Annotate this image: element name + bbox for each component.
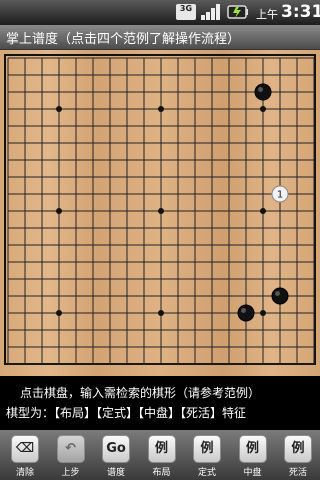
bottom-toolbar: ⌫ 清除 ↶ 上步 Go 谱度例布局例定式例中盘例死活 (0, 430, 320, 480)
undo-label: 上步 (61, 468, 80, 478)
go-board-grid[interactable]: 1 (0, 50, 320, 376)
signal-strength-icon (201, 4, 220, 20)
star-point (260, 106, 266, 112)
star-point (56, 310, 62, 316)
joseki-label: 定式 (197, 468, 216, 478)
stone-move-number: 1 (277, 190, 283, 201)
status-bar: 3G 上午 3:31 (0, 0, 320, 25)
title-bar: 掌上谱度（点击四个范例了解操作流程） (0, 25, 320, 50)
opening-icon: 例 (147, 435, 176, 463)
star-point (260, 208, 266, 214)
middle-button[interactable]: 例中盘 (233, 433, 273, 479)
clock-time: 3:31 (281, 2, 320, 22)
white-stone[interactable]: 1 (271, 185, 289, 203)
go-board[interactable]: 1 (0, 50, 320, 376)
black-stone[interactable] (254, 83, 272, 101)
middle-icon: 例 (238, 435, 267, 463)
app-title: 掌上谱度（点击四个范例了解操作流程） (6, 32, 241, 47)
pattern-type-text: 棋型为：【布局】【定式】【中盘】【死活】特征 (6, 406, 247, 420)
clear-label: 清除 (15, 468, 34, 478)
star-point (158, 310, 164, 316)
lifedeath-label: 死活 (288, 468, 307, 478)
star-point (158, 106, 164, 112)
battery-icon (227, 5, 248, 19)
joseki-button[interactable]: 例定式 (187, 433, 227, 479)
go-icon: Go (102, 435, 130, 463)
star-point (56, 106, 62, 112)
clear-icon: ⌫ (11, 435, 39, 463)
instruction-panel: 点击棋盘，输入需检索的棋形（请参考范例） 棋型为：【布局】【定式】【中盘】【死活… (0, 376, 320, 430)
black-stone[interactable] (237, 304, 255, 322)
go-button[interactable]: Go 谱度 (96, 433, 136, 479)
black-stone[interactable] (271, 287, 289, 305)
instruction-text: 点击棋盘，输入需检索的棋形（请参考范例） (20, 386, 261, 400)
clock-ampm: 上午 (256, 8, 278, 21)
undo-icon: ↶ (56, 435, 85, 463)
star-point (158, 208, 164, 214)
star-point (56, 208, 62, 214)
star-point (260, 310, 266, 316)
lifedeath-button[interactable]: 例死活 (278, 433, 318, 479)
network-label: 3G (179, 4, 193, 13)
go-label: 谱度 (106, 468, 125, 478)
middle-label: 中盘 (243, 468, 262, 478)
lifedeath-icon: 例 (284, 435, 312, 463)
undo-button[interactable]: ↶ 上步 (51, 433, 91, 479)
joseki-icon: 例 (193, 435, 221, 463)
clear-button[interactable]: ⌫ 清除 (5, 433, 45, 479)
opening-button[interactable]: 例布局 (142, 433, 182, 479)
3g-data-icon: 3G (176, 4, 196, 20)
opening-label: 布局 (152, 468, 171, 478)
